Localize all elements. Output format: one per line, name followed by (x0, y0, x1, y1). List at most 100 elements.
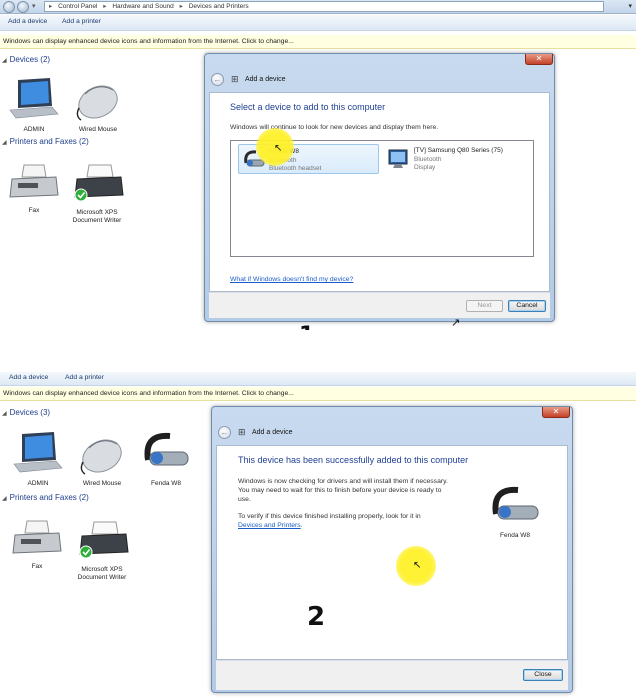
dialog-body: This device has been successfully added … (216, 445, 568, 660)
add-device-success-dialog: ✕ ← ⊞ Add a device This device has been … (211, 406, 573, 693)
devices-printers-window-step2: Add a device Add a printer Windows can d… (0, 372, 636, 700)
fax-icon (9, 164, 59, 198)
dialog-footer: Next Cancel (209, 292, 550, 318)
paragraph-text: To verify if this device finished instal… (238, 513, 421, 520)
add-device-icon: ⊞ (231, 74, 239, 84)
dialog-body: Select a device to add to this computer … (209, 92, 550, 292)
dialog-paragraph-1: Windows is now checking for drivers and … (238, 478, 448, 503)
added-device: Fenda W8 (485, 484, 545, 539)
step-number: 1 (299, 323, 314, 330)
device-xps-writer[interactable]: Microsoft XPS Document Writer (66, 163, 128, 225)
add-printer-button[interactable]: Add a printer (65, 374, 104, 381)
devices-group-header[interactable]: ◢ Devices (2) (2, 55, 50, 64)
add-printer-button[interactable]: Add a printer (62, 18, 101, 25)
device-wired-mouse[interactable]: Wired Mouse (70, 78, 126, 134)
devices-group-header[interactable]: ◢ Devices (3) (2, 408, 50, 417)
checkmark-icon (79, 545, 93, 559)
dialog-title: Add a device (252, 429, 293, 436)
close-button[interactable]: Close (523, 669, 563, 681)
back-arrow-icon[interactable]: ← (211, 73, 224, 86)
list-item-samsung-tv[interactable]: [TV] Samsung Q80 Series (75) Bluetooth D… (384, 144, 530, 174)
printer-icon (74, 164, 124, 202)
step-number: 2 (307, 602, 326, 632)
device-category: Bluetooth headset (269, 165, 322, 172)
fax-icon (12, 520, 62, 554)
headset-icon (144, 432, 189, 466)
dialog-header: ← ⊞ Add a device (209, 70, 550, 90)
mouse-cursor-icon: ↖ (413, 560, 422, 571)
device-admin[interactable]: ADMIN (4, 76, 64, 134)
add-device-dialog: ✕ ← ⊞ Add a device Select a device to ad… (204, 53, 555, 322)
device-xps-writer[interactable]: Microsoft XPS Document Writer (70, 520, 134, 582)
display-icon (388, 149, 408, 168)
dialog-heading: This device has been successfully added … (238, 455, 469, 465)
collapse-chevron-icon: ◢ (2, 411, 7, 417)
help-link[interactable]: What if Windows doesn't find my device? (230, 275, 353, 284)
group-title: Printers and Faxes (2) (9, 493, 89, 502)
breadcrumb[interactable]: ▸ Control Panel ▸ Hardware and Sound ▸ D… (44, 1, 604, 12)
add-device-icon: ⊞ (238, 427, 246, 437)
collapse-chevron-icon: ◢ (2, 58, 7, 64)
device-label: Wired Mouse (78, 126, 118, 133)
add-device-button[interactable]: Add a device (9, 374, 48, 381)
device-label: Fax (28, 207, 40, 214)
mouse-icon (80, 439, 122, 475)
collapse-chevron-icon: ◢ (2, 496, 7, 502)
printers-group-header[interactable]: ◢ Printers and Faxes (2) (2, 137, 89, 146)
paragraph-suffix: . (300, 522, 303, 529)
device-fax[interactable]: Fax (8, 519, 66, 571)
device-label: ADMIN (23, 126, 45, 133)
breadcrumb-sep-icon: ▸ (103, 3, 107, 10)
info-bar[interactable]: Windows can display enhanced device icon… (0, 387, 636, 401)
dialog-footer: Close (216, 660, 568, 690)
device-label: Fenda W8 (500, 532, 530, 539)
device-name: [TV] Samsung Q80 Series (75) (414, 147, 503, 154)
mouse-icon (76, 85, 118, 121)
breadcrumb-control-panel[interactable]: Control Panel (58, 3, 97, 10)
device-label: Fax (31, 563, 43, 570)
group-title: Devices (3) (9, 408, 51, 417)
device-label: ADMIN (27, 480, 49, 487)
laptop-icon (13, 432, 63, 473)
add-device-button[interactable]: Add a device (8, 18, 47, 25)
forward-nav-button[interactable] (17, 1, 29, 13)
devices-printers-window-step1: ▾ ▸ Control Panel ▸ Hardware and Sound ▸… (0, 0, 636, 330)
collapse-chevron-icon: ◢ (2, 140, 7, 146)
laptop-icon (9, 78, 59, 119)
command-toolbar: Add a device Add a printer (0, 15, 636, 31)
command-toolbar: Add a device Add a printer (0, 372, 636, 386)
device-label: Microsoft XPS Document Writer (77, 566, 127, 581)
headset-icon (492, 486, 539, 520)
dialog-paragraph-2: To verify if this device finished instal… (238, 512, 454, 530)
device-fenda-w8[interactable]: Fenda W8 (138, 430, 194, 488)
printer-icon (79, 521, 129, 559)
device-type: Bluetooth (414, 156, 442, 163)
devices-printers-link[interactable]: Devices and Printers (238, 522, 301, 529)
back-nav-button[interactable] (3, 1, 15, 13)
address-bar: ▾ ▸ Control Panel ▸ Hardware and Sound ▸… (0, 0, 636, 14)
breadcrumb-sep-icon: ▸ (179, 3, 183, 10)
breadcrumb-hardware-sound[interactable]: Hardware and Sound (112, 3, 173, 10)
next-button[interactable]: Next (466, 300, 503, 312)
info-bar[interactable]: Windows can display enhanced device icon… (0, 35, 636, 49)
pointer-arrow-icon: ↗ (451, 317, 461, 329)
nav-dropdown-icon[interactable]: ▾ (32, 2, 36, 10)
dialog-header: ← ⊞ Add a device (216, 423, 568, 443)
device-fax[interactable]: Fax (6, 163, 62, 215)
device-category: Display (414, 164, 436, 171)
device-admin[interactable]: ADMIN (8, 430, 68, 488)
mouse-cursor-icon: ↖ (274, 143, 283, 154)
breadcrumb-sep-icon: ▸ (49, 3, 53, 10)
cancel-button[interactable]: Cancel (508, 300, 546, 312)
printers-group-header[interactable]: ◢ Printers and Faxes (2) (2, 493, 89, 502)
device-wired-mouse[interactable]: Wired Mouse (74, 432, 130, 488)
address-dropdown-icon[interactable]: ▾ (628, 2, 632, 10)
device-label: Wired Mouse (82, 480, 122, 487)
back-arrow-icon[interactable]: ← (218, 426, 231, 439)
close-icon[interactable]: ✕ (525, 54, 553, 65)
breadcrumb-devices-printers[interactable]: Devices and Printers (189, 3, 249, 10)
device-label: Microsoft XPS Document Writer (72, 209, 122, 224)
checkmark-icon (74, 188, 88, 202)
close-icon[interactable]: ✕ (542, 407, 570, 418)
group-title: Devices (2) (9, 55, 51, 64)
